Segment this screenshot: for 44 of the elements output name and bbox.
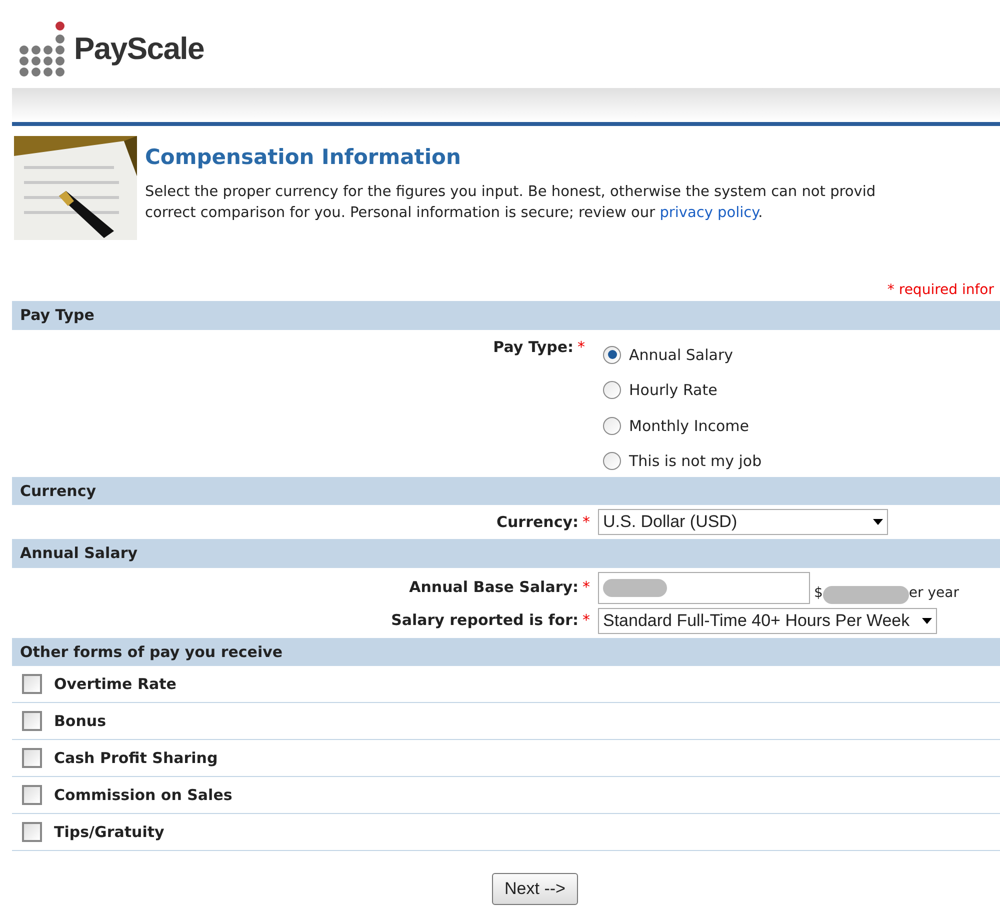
unit-text: er year [908, 584, 959, 602]
radio-button[interactable] [603, 452, 621, 470]
input-field[interactable] [598, 572, 810, 604]
checkbox[interactable] [22, 674, 42, 694]
checkbox-label: Bonus [54, 710, 106, 732]
checkbox-label: Tips/Gratuity [54, 822, 164, 843]
dropdown-caret-icon [922, 618, 932, 624]
required-asterisk: * [582, 610, 590, 632]
radio-button[interactable] [603, 346, 621, 364]
intro-text: Select the proper currency for the figures you input. Be honest, otherwise the system can not provid correct comparison for you. Personal information is secure; review our privacy policy. [145, 182, 877, 222]
checkbox[interactable] [22, 748, 42, 768]
checkbox-label: Commission on Sales [54, 784, 232, 806]
section-header: Pay Type [12, 301, 1000, 330]
section-header: Other forms of pay you receive [12, 638, 1000, 666]
checkbox[interactable] [22, 822, 42, 842]
field-label: Salary reported is for: [391, 610, 578, 632]
required-asterisk: * [582, 512, 590, 533]
radio-label: Monthly Income [629, 416, 750, 436]
required-asterisk: * [582, 577, 590, 598]
required-note: * required infor [887, 281, 994, 300]
radio-label: This is not my job [629, 451, 762, 472]
dropdown-caret-icon [873, 519, 883, 525]
checkbox-label: Overtime Rate [54, 674, 176, 695]
checkbox-label: Cash Profit Sharing [54, 748, 218, 769]
dropdown-select[interactable]: Standard Full-Time 40+ Hours Per Week [598, 608, 937, 634]
next-button[interactable]: Next --> [492, 873, 578, 905]
page-title: Compensation Information [145, 144, 462, 171]
required-asterisk: * [578, 336, 585, 358]
radio-label: Annual Salary [629, 344, 734, 366]
redacted-value [603, 578, 667, 596]
radio-label: Hourly Rate [629, 380, 718, 401]
radio-button[interactable] [603, 381, 621, 400]
privacy-policy-link[interactable]: privacy policy [660, 204, 758, 220]
radio-button[interactable] [603, 416, 621, 435]
currency-sign: $ [814, 584, 823, 602]
checkbox[interactable] [22, 711, 42, 731]
section-header: Currency [12, 476, 1000, 505]
field-label: Pay Type: [493, 336, 574, 358]
dropdown-select[interactable]: U.S. Dollar (USD) [598, 509, 888, 535]
field-label: Currency: [496, 512, 578, 533]
section-header: Annual Salary [12, 539, 1000, 568]
logo-text: PayScale [74, 30, 204, 68]
checkbox[interactable] [22, 785, 42, 805]
field-label: Annual Base Salary: [409, 577, 578, 598]
